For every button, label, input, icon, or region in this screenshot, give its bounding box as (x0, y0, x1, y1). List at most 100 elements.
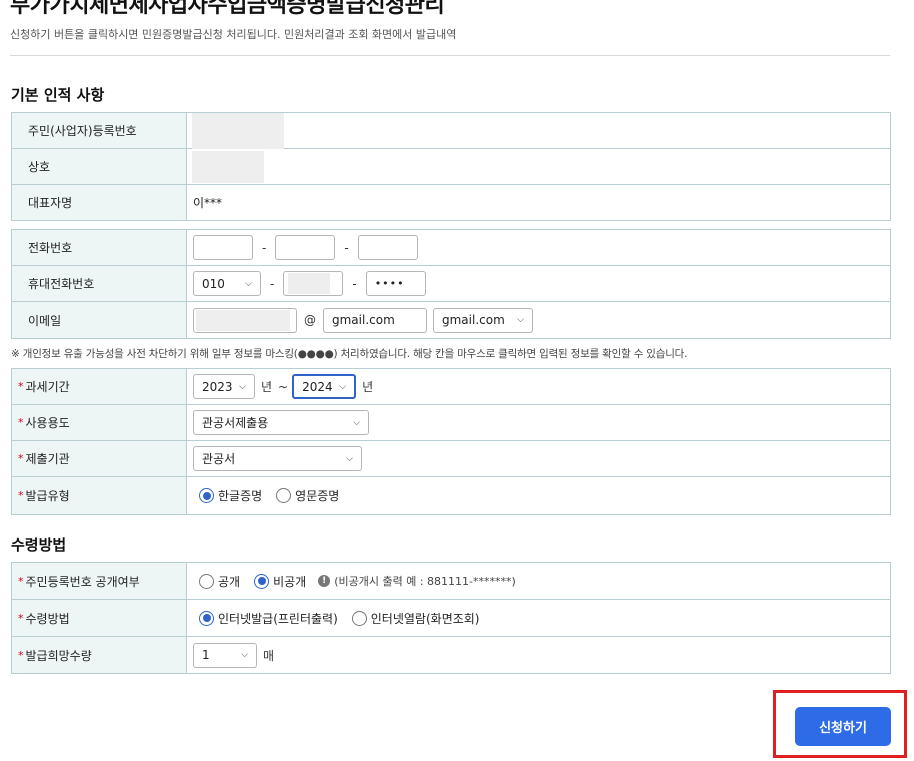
issue-type-label: * 발급유형 (12, 477, 187, 514)
agency-label-text: 제출기관 (25, 452, 70, 466)
issue-type-english-label[interactable]: 영문증명 (295, 487, 339, 504)
phone-value: - - (187, 230, 890, 265)
required-mark: * (18, 648, 24, 662)
issue-type-korean-label[interactable]: 한글증명 (218, 487, 262, 504)
email-row: 이메일 @ gmail.com gmail.com ⌵ (12, 302, 890, 338)
start-year-select[interactable]: 2023 ⌵ (193, 374, 255, 399)
start-year-value: 2023 (202, 379, 233, 394)
representative-value: 이*** (193, 196, 223, 210)
chevron-down-icon: ⌵ (241, 650, 248, 660)
submit-button[interactable]: 신청하기 (795, 707, 891, 746)
agency-label: * 제출기관 (12, 441, 187, 476)
mobile-row: 휴대전화번호 010 ⌵ - - •••• (12, 266, 890, 302)
tax-period-label-text: 과세기간 (25, 380, 70, 394)
disclose-private-radio[interactable] (254, 573, 270, 589)
agency-value: 관공서 ⌵ (187, 441, 890, 476)
usage-value: 관공서제출용 ⌵ (187, 405, 890, 440)
period-separator: ~ (278, 379, 289, 394)
issue-type-row: * 발급유형 한글증명 영문증명 (12, 477, 890, 514)
phone-dash-1: - (262, 240, 267, 255)
chevron-down-icon: ⌵ (239, 381, 246, 392)
end-year-value: 2024 (302, 379, 333, 394)
info-icon: ! (318, 575, 331, 587)
mobile-last-input[interactable]: •••• (365, 271, 426, 296)
page-title: 부가가치세면세사업자수입금액증명발급신청관리 (10, 0, 445, 18)
disclose-private-label[interactable]: 비공개 (273, 573, 306, 590)
disclose-note: (비공개시 출력 예 : 881111-*******) (334, 575, 516, 588)
contact-table: 전화번호 - - 휴대전화번호 010 ⌵ - - •••• 이메일 @ gma… (11, 229, 891, 339)
email-domain-select[interactable]: gmail.com ⌵ (433, 307, 533, 333)
email-domain-select-value: gmail.com (442, 313, 505, 327)
disclose-public-radio[interactable] (199, 573, 214, 589)
mobile-dash-1: - (270, 276, 275, 291)
mobile-dash-2: - (352, 276, 357, 291)
tax-period-label: * 과세기간 (12, 369, 187, 404)
receipt-table: * 주민등록번호 공개여부 공개 비공개 ! (비공개시 출력 예 : 8811… (11, 562, 891, 674)
page-description: 신청하기 버튼을 클릭하시면 민원증명발급신청 처리됩니다. 민원처리결과 조회… (10, 28, 457, 41)
quantity-select-value: 1 (202, 648, 210, 662)
method-label-text: 수령방법 (25, 611, 70, 626)
resident-number-label: 주민(사업자)등록번호 (12, 113, 187, 148)
usage-row: * 사용용도 관공서제출용 ⌵ (12, 405, 890, 441)
quantity-select[interactable]: 1 ⌵ (193, 642, 257, 668)
issue-type-korean-radio[interactable] (199, 488, 214, 503)
masking-notice: ※ 개인정보 유출 가능성을 사전 차단하기 위해 일부 정보를 마스킹(●●●… (11, 348, 688, 360)
resident-number-masked[interactable] (192, 112, 284, 149)
phone-part2-input[interactable] (275, 235, 336, 260)
agency-row: * 제출기관 관공서 ⌵ (12, 441, 890, 477)
phone-dash-2: - (344, 240, 349, 255)
email-label: 이메일 (12, 302, 187, 338)
usage-select[interactable]: 관공서제출용 ⌵ (193, 410, 369, 435)
end-year-unit: 년 (362, 380, 374, 394)
chevron-down-icon: ⌵ (517, 315, 524, 325)
disclose-label: * 주민등록번호 공개여부 (12, 563, 187, 599)
end-year-select[interactable]: 2024 ⌵ (292, 374, 357, 399)
method-value: 인터넷발급(프린터출력) 인터넷열람(화면조회) (187, 600, 890, 636)
agency-select-value: 관공서 (202, 452, 236, 466)
mobile-prefix-select[interactable]: 010 ⌵ (193, 271, 261, 296)
email-domain-input[interactable]: gmail.com (323, 307, 427, 333)
mobile-value: 010 ⌵ - - •••• (187, 266, 890, 301)
disclose-value: 공개 비공개 ! (비공개시 출력 예 : 881111-*******) (187, 563, 890, 599)
phone-part1-input[interactable] (193, 235, 253, 260)
company-label: 상호 (12, 149, 187, 184)
usage-label: * 사용용도 (12, 405, 187, 440)
method-view-radio[interactable] (351, 610, 367, 626)
mobile-middle-masked (288, 273, 331, 294)
required-mark: * (18, 611, 24, 625)
usage-select-value: 관공서제출용 (202, 416, 269, 430)
email-id-masked (196, 309, 290, 331)
method-label: * 수령방법 (12, 600, 187, 636)
method-view-label[interactable]: 인터넷열람(화면조회) (371, 610, 480, 627)
email-at-sign: @ (304, 313, 316, 327)
agency-select[interactable]: 관공서 ⌵ (193, 446, 362, 471)
quantity-unit: 매 (263, 648, 275, 663)
mobile-middle-input[interactable] (283, 271, 344, 296)
method-row: * 수령방법 인터넷발급(프린터출력) 인터넷열람(화면조회) (12, 600, 890, 637)
quantity-row: * 발급희망수량 1 ⌵ 매 (12, 637, 890, 673)
usage-label-text: 사용용도 (25, 416, 70, 430)
tax-period-value: 2023 ⌵ 년 ~ 2024 ⌵ 년 (187, 369, 890, 404)
quantity-label: * 발급희망수량 (12, 637, 187, 673)
company-masked[interactable] (192, 150, 264, 183)
email-id-input[interactable] (193, 307, 297, 333)
application-table: * 과세기간 2023 ⌵ 년 ~ 2024 ⌵ 년 * 사용용도 관공서제출용… (11, 368, 891, 515)
resident-number-value (187, 112, 890, 149)
phone-label: 전화번호 (12, 230, 187, 265)
required-mark: * (18, 574, 24, 588)
company-row: 상호 (12, 149, 890, 185)
representative-row: 대표자명 이*** (12, 185, 890, 220)
chevron-down-icon: ⌵ (339, 381, 347, 392)
phone-row: 전화번호 - - (12, 230, 890, 266)
basic-info-section-title: 기본 인적 사항 (11, 86, 105, 104)
issue-type-label-text: 발급유형 (25, 489, 70, 503)
disclose-public-label[interactable]: 공개 (218, 573, 240, 590)
phone-part3-input[interactable] (357, 235, 418, 260)
issue-type-english-radio[interactable] (276, 488, 292, 503)
resident-number-row: 주민(사업자)등록번호 (12, 112, 890, 149)
chevron-down-icon: ⌵ (353, 417, 360, 428)
receipt-section-title: 수령방법 (11, 536, 67, 554)
tax-period-row: * 과세기간 2023 ⌵ 년 ~ 2024 ⌵ 년 (12, 369, 890, 405)
method-print-radio[interactable] (199, 610, 214, 626)
method-print-label[interactable]: 인터넷발급(프린터출력) (218, 610, 338, 627)
